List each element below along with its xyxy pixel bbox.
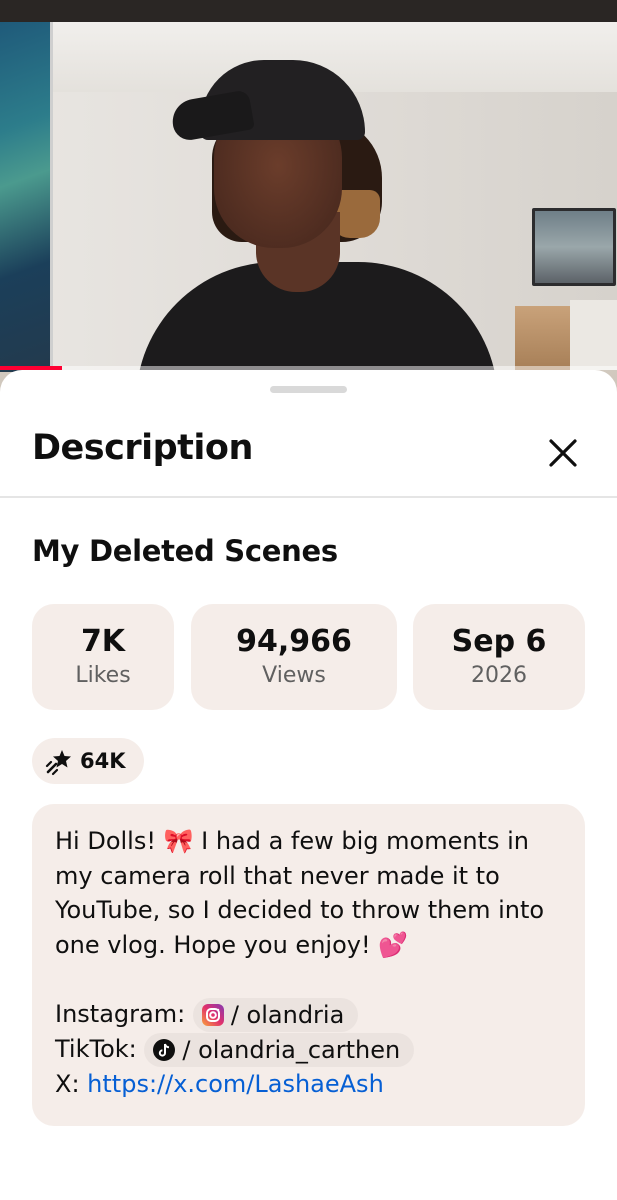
- tv-screen: [532, 208, 616, 286]
- wall-painting: [0, 22, 53, 372]
- stat-likes-value: 7K: [80, 624, 126, 659]
- header-divider: [0, 496, 617, 498]
- stat-views-value: 94,966: [236, 624, 352, 659]
- sparkle-wand-icon: [45, 750, 71, 776]
- drag-handle[interactable]: [270, 386, 347, 393]
- instagram-line: Instagram: / olandria: [55, 997, 563, 1032]
- tiktok-handle: / olandria_carthen: [182, 1035, 401, 1064]
- video-player[interactable]: [0, 0, 617, 400]
- close-icon: [549, 439, 577, 467]
- side-cabinet: [570, 300, 617, 370]
- video-top-edge: [0, 0, 617, 22]
- video-title: My Deleted Scenes: [32, 534, 338, 568]
- instagram-icon: [201, 1003, 224, 1026]
- tiktok-line: TikTok: / olandria_carthen: [55, 1032, 563, 1067]
- description-box: Hi Dolls! 🎀 I had a few big moments in m…: [32, 804, 585, 1126]
- close-button[interactable]: [540, 430, 586, 476]
- tiktok-icon: [153, 1038, 176, 1061]
- stat-likes-label: Likes: [75, 663, 131, 688]
- thanks-chip[interactable]: 64K: [32, 738, 144, 784]
- stat-views: 94,966 Views: [191, 604, 397, 710]
- tiktok-label: TikTok:: [55, 1034, 137, 1063]
- x-line: X: https://x.com/LashaeAsh: [55, 1067, 563, 1102]
- stat-date: Sep 6 2026: [413, 604, 585, 710]
- instagram-handle: / olandria: [230, 1000, 345, 1029]
- stat-date-value: Sep 6: [451, 624, 547, 659]
- x-profile-link[interactable]: https://x.com/LashaeAsh: [87, 1070, 384, 1098]
- tiktok-handle-chip[interactable]: / olandria_carthen: [144, 1032, 415, 1067]
- description-sheet: Description My Deleted Scenes 7K Likes 9…: [0, 370, 617, 1200]
- stat-likes: 7K Likes: [32, 604, 174, 710]
- thanks-count: 64K: [80, 749, 126, 773]
- instagram-handle-chip[interactable]: / olandria: [192, 997, 359, 1032]
- stat-views-label: Views: [262, 663, 326, 688]
- sheet-title: Description: [32, 428, 253, 468]
- stat-date-year: 2026: [471, 663, 527, 688]
- x-label: X:: [55, 1069, 80, 1098]
- description-text: Hi Dolls! 🎀 I had a few big moments in m…: [55, 827, 545, 959]
- instagram-label: Instagram:: [55, 999, 186, 1028]
